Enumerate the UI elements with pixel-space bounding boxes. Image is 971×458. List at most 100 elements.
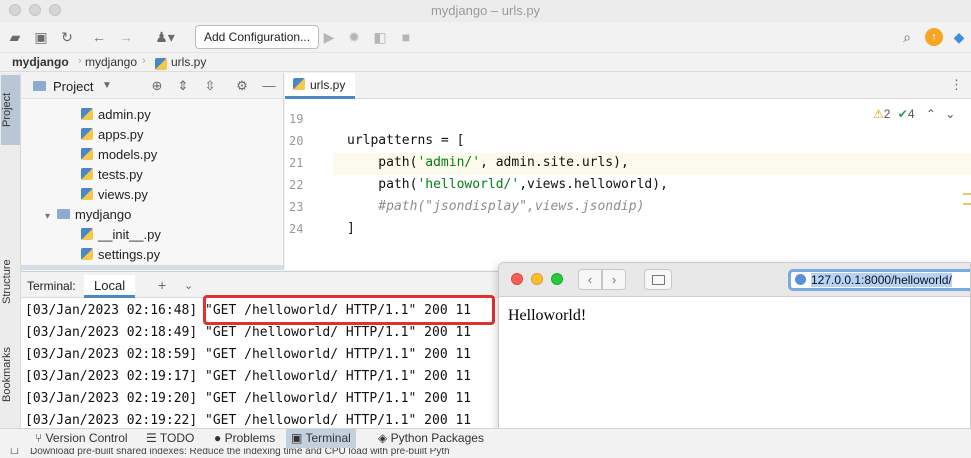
- sidebar-toggle-button[interactable]: [644, 269, 672, 290]
- chevron-up-icon[interactable]: ⌃: [926, 107, 936, 121]
- tree-item-label: __init__.py: [98, 227, 161, 242]
- collapse-all-icon[interactable]: ⇳: [202, 78, 218, 94]
- title-bar: mydjango – urls.py: [0, 0, 971, 22]
- address-text: 127.0.0.1:8000/helloworld/: [811, 273, 952, 287]
- scroll-marker: [963, 203, 971, 205]
- breadcrumb-project[interactable]: mydjango: [12, 55, 69, 69]
- ok-count: 4: [907, 107, 915, 121]
- line-number: 21: [289, 156, 304, 170]
- terminal-tab[interactable]: ▣ Terminal: [286, 429, 356, 449]
- stop-icon[interactable]: ■: [397, 28, 415, 46]
- project-tool-tab[interactable]: Project: [1, 75, 20, 145]
- python-packages-tab[interactable]: ◈ Python Packages: [373, 429, 489, 449]
- line-number: 20: [289, 134, 304, 148]
- chevron-down-icon[interactable]: ⌄: [945, 107, 955, 121]
- inspection-widget[interactable]: ⚠2 ✔4 ⌃ ⌄: [873, 107, 955, 121]
- chevron-down-icon[interactable]: ▼: [99, 78, 115, 94]
- project-panel: Project ▼ ⊕ ⇕ ⇳ ⚙ — admin.py apps.py mod…: [21, 73, 284, 270]
- python-file-icon: [155, 58, 167, 70]
- tree-item-file[interactable]: tests.py: [81, 165, 143, 185]
- more-options-icon[interactable]: ⋮: [950, 77, 963, 93]
- log-line: [03/Jan/2023 02:19:20] "GET /helloworld/…: [25, 391, 472, 406]
- sync-icon[interactable]: ↻: [58, 28, 76, 46]
- line-number: 22: [289, 178, 304, 192]
- code-line: path('helloworld/',views.helloworld),: [347, 177, 668, 192]
- check-icon: ✔: [897, 107, 908, 121]
- locate-icon[interactable]: ⊕: [149, 78, 165, 94]
- breadcrumb-separator: ›: [78, 55, 82, 67]
- todo-tab[interactable]: ☰ TODO: [141, 429, 199, 449]
- breadcrumb-file[interactable]: urls.py: [171, 55, 206, 69]
- tree-item-file[interactable]: apps.py: [81, 125, 144, 145]
- tree-item-label: models.py: [98, 147, 158, 162]
- plugin-icon[interactable]: ◆: [950, 28, 968, 46]
- gear-icon[interactable]: ⚙: [234, 78, 250, 94]
- tree-item-label: admin.py: [98, 107, 151, 122]
- warning-icon: ⚠: [873, 107, 884, 121]
- chevron-down-icon[interactable]: ⌄: [184, 279, 193, 292]
- structure-tool-tab[interactable]: Structure: [1, 249, 20, 315]
- project-panel-title[interactable]: Project: [53, 79, 93, 94]
- debug-icon[interactable]: ✹: [345, 28, 363, 46]
- expand-all-icon[interactable]: ⇕: [175, 78, 191, 94]
- project-panel-header: Project ▼ ⊕ ⇕ ⇳ ⚙ —: [21, 73, 283, 99]
- breadcrumb-folder[interactable]: mydjango: [85, 55, 137, 69]
- scroll-marker: [963, 193, 971, 195]
- breadcrumb-separator: ›: [142, 55, 146, 67]
- log-line: [03/Jan/2023 02:19:22] "GET /helloworld/…: [25, 413, 472, 428]
- browser-minimize-button[interactable]: [531, 273, 543, 285]
- save-icon[interactable]: ▣: [32, 28, 50, 46]
- line-number: 19: [289, 112, 304, 126]
- tree-item-file[interactable]: models.py: [81, 145, 157, 165]
- python-file-icon: [81, 108, 93, 120]
- terminal-tab-local[interactable]: Local: [84, 275, 136, 298]
- open-folder-icon[interactable]: ▰: [6, 28, 24, 46]
- status-message: ☐ Download pre-built shared indexes: Red…: [0, 448, 971, 458]
- window-title: mydjango – urls.py: [430, 3, 541, 18]
- vcs-user-icon[interactable]: ♟▾: [150, 28, 180, 46]
- chevron-down-icon[interactable]: ▾: [45, 207, 57, 227]
- tool-window-bar: ⑂ Version Control ☰ TODO ● Problems ▣ Te…: [0, 428, 971, 449]
- folder-icon: [57, 209, 70, 219]
- log-line: [03/Jan/2023 02:18:49] "GET /helloworld/…: [25, 325, 472, 340]
- browser-forward-button[interactable]: ›: [602, 269, 626, 290]
- browser-back-button[interactable]: ‹: [578, 269, 602, 290]
- version-control-tab[interactable]: ⑂ Version Control: [30, 429, 133, 449]
- coverage-icon[interactable]: ◧: [371, 28, 389, 46]
- address-bar[interactable]: 127.0.0.1:8000/helloworld/: [788, 269, 970, 291]
- terminal-panel[interactable]: Terminal: Local + ⌄ [03/Jan/2023 02:16:4…: [21, 271, 498, 428]
- status-checkbox[interactable]: ☐: [10, 448, 19, 457]
- tab-urls-py[interactable]: urls.py: [285, 73, 356, 99]
- add-tab-icon[interactable]: +: [158, 277, 166, 293]
- tree-item-label: tests.py: [98, 167, 143, 182]
- log-line: [03/Jan/2023 02:18:59] "GET /helloworld/…: [25, 347, 472, 362]
- tree-item-label: settings.py: [98, 247, 161, 262]
- bookmarks-tool-tab[interactable]: Bookmarks: [1, 338, 20, 410]
- update-icon[interactable]: ↑: [925, 28, 943, 46]
- python-file-icon: [81, 168, 93, 180]
- browser-close-button[interactable]: [511, 273, 523, 285]
- back-arrow-icon[interactable]: ←: [90, 28, 108, 46]
- log-line: [03/Jan/2023 02:19:17] "GET /helloworld/…: [25, 369, 472, 384]
- tree-item-file[interactable]: admin.py: [81, 105, 151, 125]
- problems-tab[interactable]: ● Problems: [209, 429, 280, 449]
- python-file-icon: [81, 188, 93, 200]
- tree-item-label: views.py: [98, 187, 148, 202]
- run-icon[interactable]: ▶: [320, 28, 338, 46]
- add-configuration-button[interactable]: Add Configuration...: [195, 25, 320, 49]
- tree-selection-highlight: [21, 265, 283, 270]
- forward-arrow-icon[interactable]: →: [117, 28, 135, 46]
- code-editor[interactable]: urls.py ⋮ 19 20 21 22 23 24 urlpatterns …: [285, 73, 971, 270]
- tree-item-file[interactable]: settings.py: [81, 245, 160, 265]
- hide-panel-icon[interactable]: —: [261, 78, 277, 94]
- tree-item-folder[interactable]: ▾ mydjango: [45, 205, 131, 225]
- browser-toolbar: ‹ › 127.0.0.1:8000/helloworld/: [499, 263, 970, 297]
- python-file-icon: [81, 248, 93, 260]
- tree-item-file[interactable]: views.py: [81, 185, 148, 205]
- tree-item-label: mydjango: [75, 207, 132, 222]
- tree-item-file[interactable]: __init__.py: [81, 225, 161, 245]
- code-line: urlpatterns = [: [347, 133, 465, 148]
- python-file-icon: [293, 78, 305, 90]
- search-icon[interactable]: ⌕: [898, 28, 916, 46]
- browser-zoom-button[interactable]: [551, 273, 563, 285]
